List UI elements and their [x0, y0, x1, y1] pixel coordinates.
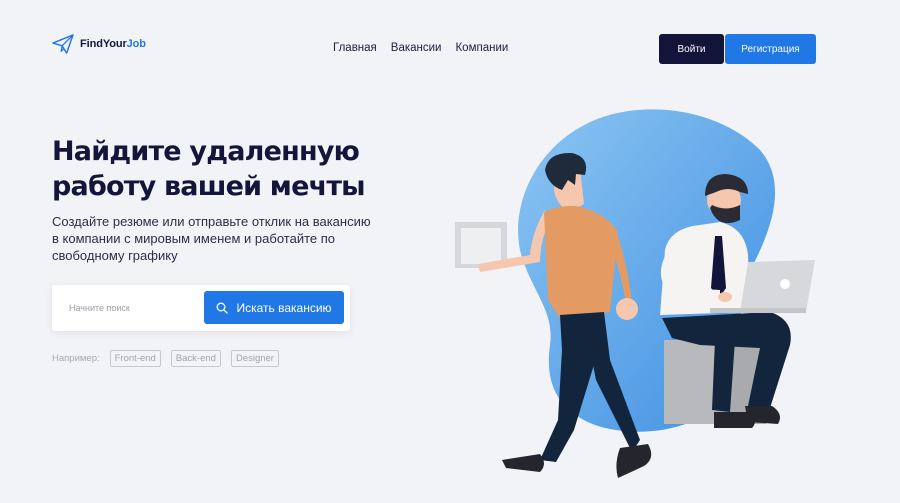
tag-backend[interactable]: Back-end	[170, 350, 221, 367]
register-button[interactable]: Регистрация	[725, 34, 816, 64]
search-button-label: Искать вакансию	[236, 300, 332, 315]
tag-frontend[interactable]: Front-end	[109, 350, 161, 367]
site-header: FindYourJob Главная Вакансии Компании Во…	[0, 0, 900, 100]
search-button[interactable]: Искать вакансию	[204, 291, 344, 324]
search-examples: Например: Front-end Back-end Designer	[52, 350, 279, 367]
examples-label: Например:	[52, 353, 100, 364]
main-nav: Главная Вакансии Компании	[333, 42, 508, 54]
hero-title: Найдите удаленную работу вашей мечты	[52, 136, 366, 202]
search-box: Искать вакансию	[52, 285, 350, 331]
search-icon	[217, 302, 229, 314]
nav-link-vacancies[interactable]: Вакансии	[391, 42, 442, 54]
nav-link-companies[interactable]: Компании	[455, 42, 508, 54]
hero-illustration	[455, 109, 815, 478]
nav-link-home[interactable]: Главная	[333, 42, 377, 54]
search-input[interactable]	[62, 293, 197, 323]
logo-text-main: FindYour	[80, 38, 127, 50]
logo-text-accent: Job	[126, 38, 146, 50]
logo-text: FindYourJob	[80, 38, 146, 50]
hero-subtitle: Создайте резюме или отправьте отклик на …	[52, 214, 371, 263]
tag-designer[interactable]: Designer	[230, 350, 279, 367]
login-button[interactable]: Войти	[659, 34, 724, 64]
paper-plane-icon	[52, 34, 74, 54]
logo[interactable]: FindYourJob	[52, 34, 146, 54]
